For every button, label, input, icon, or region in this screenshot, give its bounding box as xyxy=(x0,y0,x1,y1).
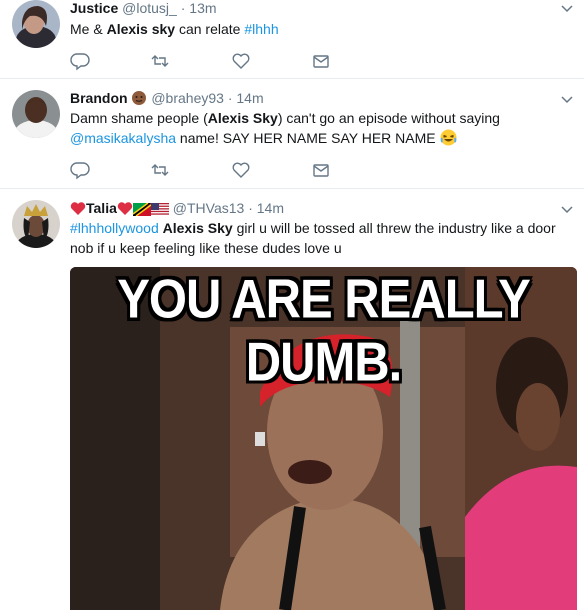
emoji-laughing-icon xyxy=(440,129,457,151)
handle[interactable]: @brahey93 xyxy=(151,90,224,106)
like-icon[interactable] xyxy=(231,51,251,71)
heart-emoji-icon xyxy=(117,201,133,219)
gif-caption: YOU ARE REALLY DUMB. xyxy=(117,269,531,393)
timestamp[interactable]: 14m xyxy=(257,200,284,216)
heart-emoji-icon xyxy=(70,201,86,219)
chevron-down-icon[interactable] xyxy=(560,203,574,217)
tweet-header: Justice @lotusj_ · 13m xyxy=(70,0,217,16)
tweet-text: #lhhhollywood Alexis Sky girl u will be … xyxy=(70,220,556,256)
separator: · xyxy=(227,90,233,106)
chevron-down-icon[interactable] xyxy=(560,93,574,107)
timestamp[interactable]: 14m xyxy=(236,90,263,106)
separator: · xyxy=(180,0,186,16)
avatar[interactable] xyxy=(12,90,60,138)
reply-icon[interactable] xyxy=(70,160,90,180)
message-icon[interactable] xyxy=(311,51,331,71)
timestamp[interactable]: 13m xyxy=(189,0,216,16)
display-name[interactable]: Talia xyxy=(86,200,117,216)
mention-text: Alexis sky xyxy=(106,21,176,37)
chevron-down-icon[interactable] xyxy=(560,2,574,16)
tweet[interactable]: Brandon @brahey93 · 14m Damn shame peopl… xyxy=(0,79,584,188)
mention-link[interactable]: @masikakalysha xyxy=(70,130,176,146)
handle[interactable]: @THVas13 xyxy=(173,200,245,216)
handle[interactable]: @lotusj_ xyxy=(122,0,177,16)
tweet[interactable]: Justice @lotusj_ · 13m Me & Alexis sky c… xyxy=(0,0,584,78)
gif-media[interactable]: YOU ARE REALLY DUMB. xyxy=(70,267,577,610)
face-emoji-icon xyxy=(131,90,147,109)
tweet-header: Brandon @brahey93 · 14m xyxy=(70,90,264,109)
avatar[interactable] xyxy=(12,200,60,248)
reply-icon[interactable] xyxy=(70,51,90,71)
tweet[interactable]: Talia @THVas13 · 14m #lhhhollywood Alexi… xyxy=(0,189,584,610)
separator: · xyxy=(248,200,253,216)
hashtag-link[interactable]: #lhhh xyxy=(244,21,278,37)
message-icon[interactable] xyxy=(311,160,331,180)
tweet-header: Talia @THVas13 · 14m xyxy=(70,200,284,219)
avatar[interactable] xyxy=(12,0,60,48)
mention-text: Alexis Sky xyxy=(162,220,233,236)
display-name[interactable]: Justice xyxy=(70,0,118,16)
like-icon[interactable] xyxy=(231,160,251,180)
tweet-text: Me & Alexis sky can relate #lhhh xyxy=(70,21,279,37)
retweet-icon[interactable] xyxy=(150,160,170,180)
display-name[interactable]: Brandon xyxy=(70,90,128,106)
flag-icon xyxy=(150,203,169,219)
mention-text: Alexis Sky xyxy=(207,110,278,126)
hashtag-link[interactable]: #lhhhollywood xyxy=(70,220,159,236)
tweet-text: Damn shame people (Alexis Sky) can't go … xyxy=(70,108,564,151)
flag-icon xyxy=(132,202,152,219)
retweet-icon[interactable] xyxy=(150,51,170,71)
